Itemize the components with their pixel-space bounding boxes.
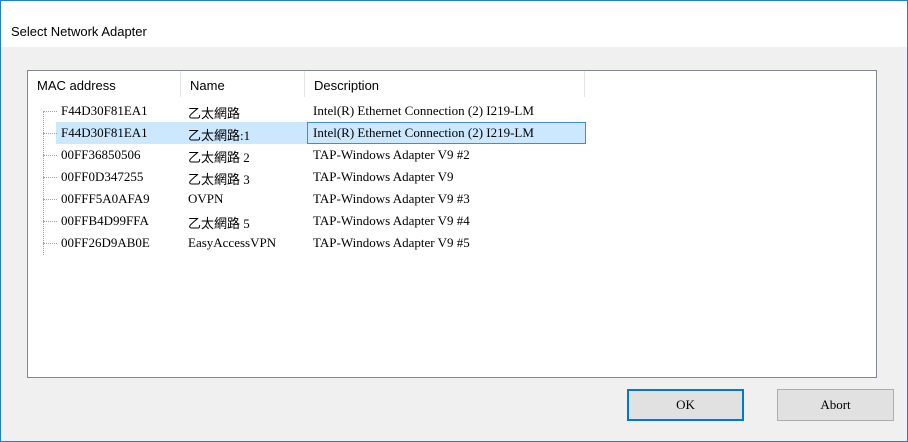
mac-address-cell: F44D30F81EA1 xyxy=(61,103,148,118)
description-cell: TAP-Windows Adapter V9 #3 xyxy=(313,191,470,206)
description-cell: TAP-Windows Adapter V9 #5 xyxy=(313,235,470,250)
table-row[interactable]: 00FF36850506 乙太網路 2 TAP-Windows Adapter V9… xyxy=(28,144,876,166)
mac-address-cell: 00FF0D347255 xyxy=(61,169,144,184)
ok-button[interactable]: OK xyxy=(627,389,744,421)
mac-address-cell: 00FFB4D99FFA xyxy=(61,213,149,228)
adapter-list[interactable]: MAC address Name Description F44D30F81EA… xyxy=(27,70,877,378)
name-cell: 乙太網路 2 xyxy=(188,150,250,165)
tree-branch-line xyxy=(43,177,57,178)
tree-branch-line xyxy=(43,221,57,222)
table-row[interactable]: 00FFB4D99FFA 乙太網路 5 TAP-Windows Adapter V9… xyxy=(28,210,876,232)
table-row[interactable]: 00FF26D9AB0E EasyAccessVPN TAP-Windows Ada… xyxy=(28,232,876,254)
table-row[interactable]: 00FFF5A0AFA9 OVPN TAP-Windows Adapter V9 #… xyxy=(28,188,876,210)
description-cell: TAP-Windows Adapter V9 #4 xyxy=(313,213,470,228)
dialog-title: Select Network Adapter xyxy=(11,24,147,39)
description-cell: Intel(R) Ethernet Connection (2) I219-LM xyxy=(313,125,534,140)
tree-branch-line xyxy=(43,155,57,156)
description-cell: Intel(R) Ethernet Connection (2) I219-LM xyxy=(313,103,534,118)
tree-branch-line xyxy=(43,243,57,244)
list-header: MAC address Name Description xyxy=(28,71,876,97)
tree-branch-line xyxy=(43,133,57,134)
name-cell: 乙太網路 3 xyxy=(188,172,250,187)
column-header-mac-address[interactable]: MAC address xyxy=(28,71,181,97)
tree-branch-line xyxy=(43,111,57,112)
mac-address-cell: F44D30F81EA1 xyxy=(61,125,148,140)
tree-branch-line xyxy=(43,199,57,200)
dialog-titlebar: Select Network Adapter xyxy=(1,1,907,47)
description-cell: TAP-Windows Adapter V9 #2 xyxy=(313,147,470,162)
table-row[interactable]: F44D30F81EA1 乙太網路 Intel(R) Ethernet Connec… xyxy=(28,100,876,122)
name-cell: 乙太網路:1 xyxy=(188,128,251,143)
description-cell: TAP-Windows Adapter V9 xyxy=(313,169,454,184)
name-cell: EasyAccessVPN xyxy=(188,235,277,250)
column-header-description[interactable]: Description xyxy=(305,71,585,97)
mac-address-cell: 00FF26D9AB0E xyxy=(61,235,150,250)
select-network-adapter-dialog: Select Network Adapter MAC address Name … xyxy=(0,0,908,442)
abort-button[interactable]: Abort xyxy=(777,389,894,421)
mac-address-cell: 00FFF5A0AFA9 xyxy=(61,191,150,206)
mac-address-cell: 00FF36850506 xyxy=(61,147,141,162)
table-row[interactable]: F44D30F81EA1 乙太網路:1 Intel(R) Ethernet Conn… xyxy=(28,122,876,144)
name-cell: 乙太網路 5 xyxy=(188,216,250,231)
column-header-name[interactable]: Name xyxy=(181,71,305,97)
table-row[interactable]: 00FF0D347255 乙太網路 3 TAP-Windows Adapter V9 xyxy=(28,166,876,188)
name-cell: 乙太網路 xyxy=(188,106,241,121)
name-cell: OVPN xyxy=(188,191,224,206)
